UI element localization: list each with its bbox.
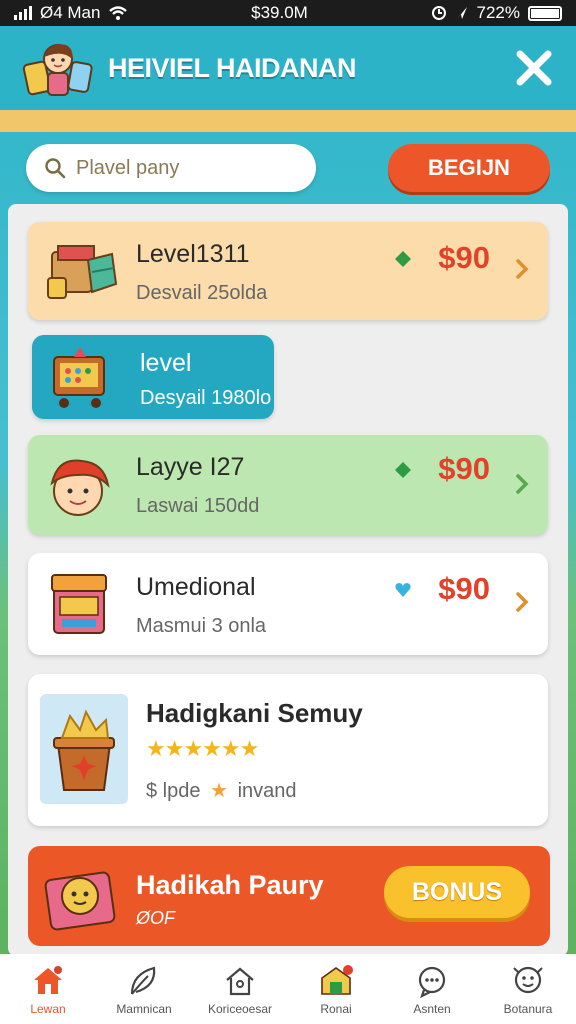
item-price: $90 [438, 451, 490, 486]
item-subtitle: Desyail 1980lo [140, 387, 272, 409]
location-icon [456, 7, 467, 19]
shop-box-icon [42, 565, 120, 643]
chat-icon [418, 966, 446, 998]
battery-percent: 722% [476, 3, 520, 22]
app-header: HEIVIEL HAIDANAN [0, 26, 576, 110]
tab-label: Mamnican [116, 1002, 172, 1016]
status-center-text: $39.0M [251, 3, 308, 22]
close-button[interactable] [514, 48, 554, 88]
tab-lewan[interactable]: Lewan [0, 954, 96, 1024]
page-title: HEIVIEL HAIDANAN [108, 52, 357, 83]
gem-icon [395, 462, 411, 478]
featured-subtitle: $ lpde ★ invand [146, 778, 297, 803]
battery-icon [527, 5, 562, 21]
header-stripe [0, 110, 576, 132]
carrier-label: Ø4 Man [40, 3, 101, 22]
item-name: Level1311 [136, 240, 250, 268]
home-icon [34, 966, 62, 994]
close-icon [516, 50, 552, 86]
tab-label: Botanura [503, 1002, 553, 1016]
bonus-mascot-icon [42, 856, 122, 936]
bonus-title: Hadikah Paury [136, 870, 324, 900]
search-icon [45, 158, 66, 179]
signal-icon [14, 6, 32, 20]
begin-button[interactable]: BEGIJN [388, 144, 550, 192]
item-subtitle: Laswai 150dd [136, 495, 260, 517]
tab-asnten[interactable]: Asnten [384, 954, 480, 1024]
bottom-tab-bar: Lewan Mamnican Koriceoesar Ronai Asnten [0, 954, 576, 1024]
leaf-icon [130, 966, 156, 995]
bonus-button[interactable]: BONUS [384, 866, 530, 918]
rating-stars: ★★★★★★ [146, 736, 259, 761]
tab-koriceoesar[interactable]: Koriceoesar [192, 954, 288, 1024]
tab-label: Koriceoesar [207, 1002, 273, 1016]
item-price: $90 [438, 571, 490, 606]
status-bar: Ø4 Man $39.0M 722% [0, 0, 576, 26]
cart-icon [44, 339, 122, 417]
tab-label: Ronai [320, 1002, 352, 1016]
item-name: Layye I27 [136, 453, 245, 481]
treasure-pot-icon [40, 694, 128, 804]
featured-sub-right: invand [237, 780, 297, 802]
star-icon: ★ [210, 780, 228, 802]
tab-mamnican[interactable]: Mamnican [96, 954, 192, 1024]
house-outline-icon [226, 967, 254, 996]
chevron-right-icon [516, 474, 529, 494]
search-bar[interactable] [26, 144, 316, 192]
item-subtitle: Masmui 3 onla [136, 615, 267, 637]
heart-icon [395, 583, 411, 597]
alarm-icon [431, 6, 446, 20]
tab-label: Asnten [413, 1002, 451, 1016]
mascot-icon [513, 966, 543, 994]
item-name: level [140, 349, 192, 377]
list-item[interactable]: level Desyail 1980lo [32, 335, 274, 419]
chevron-right-icon [516, 592, 529, 612]
bonus-subtitle: ØOF [136, 908, 175, 928]
gem-icon [395, 251, 411, 267]
mascot-logo [20, 33, 96, 103]
list-item[interactable]: Level1311 Desvail 25olda $90 [28, 222, 548, 320]
bonus-card[interactable]: Hadikah Paury ØOF BONUS [28, 846, 550, 946]
tab-ronai[interactable]: Ronai [288, 954, 384, 1024]
list-item[interactable]: Layye I27 Laswai 150dd $90 [28, 435, 548, 535]
item-subtitle: Desvail 25olda [136, 282, 268, 304]
chevron-right-icon [516, 259, 529, 279]
tab-botanura[interactable]: Botanura [480, 954, 576, 1024]
gift-box-icon [42, 232, 120, 310]
wifi-icon [109, 6, 128, 20]
featured-card[interactable]: Hadigkani Semuy ★★★★★★ $ lpde ★ invand [28, 674, 548, 826]
item-name: Umedional [136, 573, 256, 601]
character-face-icon [42, 447, 120, 525]
shop-icon [321, 965, 353, 995]
tab-label: Lewan [30, 1002, 66, 1016]
featured-name: Hadigkani Semuy [146, 698, 363, 728]
item-price: $90 [438, 240, 490, 275]
search-input[interactable] [76, 156, 296, 180]
featured-sub-left: $ lpde [146, 780, 201, 802]
list-item[interactable]: Umedional Masmui 3 onla $90 [28, 553, 548, 655]
